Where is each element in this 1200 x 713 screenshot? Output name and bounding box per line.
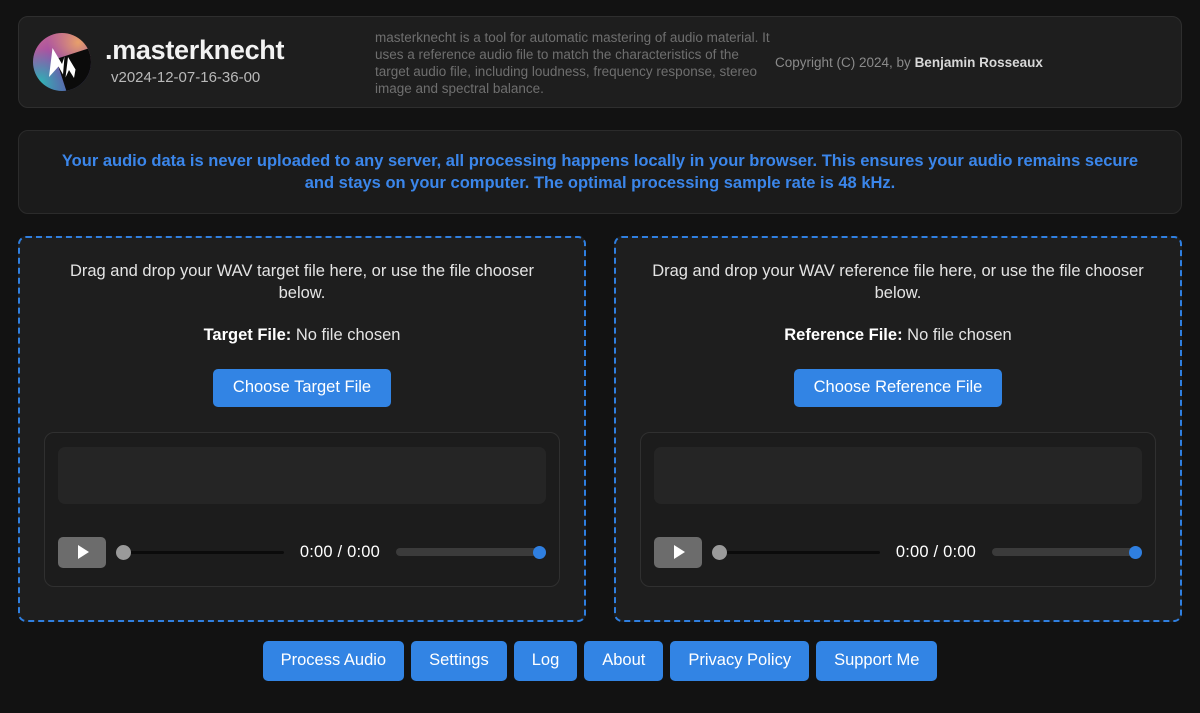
copyright: Copyright (C) 2024, by Benjamin Rosseaux (775, 55, 1045, 70)
reference-file-value: No file chosen (907, 326, 1012, 344)
log-button[interactable]: Log (513, 641, 578, 681)
target-audio-player[interactable]: 0:00 / 0:00 (44, 431, 560, 587)
volume-track (992, 548, 1142, 557)
target-dropzone[interactable]: Drag and drop your WAV target file here,… (18, 236, 586, 622)
seek-track (712, 550, 880, 554)
reference-player-controls: 0:00 / 0:00 (654, 536, 1142, 572)
reference-drop-hint: Drag and drop your WAV reference file he… (652, 262, 1144, 302)
reference-time-display: 0:00 / 0:00 (895, 542, 976, 561)
target-player-controls: 0:00 / 0:00 (58, 536, 546, 572)
volume-thumb[interactable] (533, 545, 546, 559)
choose-target-file-button[interactable]: Choose Target File (212, 369, 392, 407)
seek-thumb[interactable] (116, 544, 131, 560)
footer-actions: Process Audio Settings Log About Privacy… (18, 641, 1182, 681)
app-description: masterknecht is a tool for automatic mas… (375, 29, 770, 96)
app-root: .masterknecht v2024-12-07-16-36-00 maste… (0, 0, 1200, 713)
target-file-label: Target File: (203, 326, 292, 344)
header-panel: .masterknecht v2024-12-07-16-36-00 maste… (18, 16, 1182, 108)
choose-reference-file-button[interactable]: Choose Reference File (793, 369, 1003, 407)
reference-volume-slider[interactable] (992, 544, 1142, 560)
play-icon[interactable] (654, 536, 702, 568)
copyright-prefix: Copyright (C) 2024, by (775, 54, 915, 70)
seek-track (116, 550, 284, 554)
reference-seek-slider[interactable] (712, 544, 880, 560)
target-file-status: Target File: No file chosen (204, 326, 401, 345)
app-title: .masterknecht (105, 35, 285, 66)
app-version: v2024-12-07-16-36-00 (111, 69, 261, 87)
volume-track (396, 548, 546, 557)
brand: .masterknecht v2024-12-07-16-36-00 (33, 33, 375, 91)
target-seek-slider[interactable] (116, 544, 284, 560)
process-audio-button[interactable]: Process Audio (262, 641, 405, 681)
seek-thumb[interactable] (712, 544, 727, 560)
target-drop-hint: Drag and drop your WAV target file here,… (69, 262, 535, 302)
reference-waveform-display (654, 446, 1142, 504)
privacy-policy-button[interactable]: Privacy Policy (670, 641, 810, 681)
play-icon[interactable] (58, 536, 106, 568)
volume-thumb[interactable] (1129, 545, 1142, 559)
privacy-notice-text: Your audio data is never uploaded to any… (61, 152, 1139, 192)
target-file-value: No file chosen (295, 326, 401, 344)
dropzones: Drag and drop your WAV target file here,… (18, 236, 1182, 622)
privacy-notice-panel: Your audio data is never uploaded to any… (18, 130, 1182, 214)
reference-file-label: Reference File: (784, 326, 903, 344)
reference-dropzone[interactable]: Drag and drop your WAV reference file he… (614, 236, 1182, 622)
masterknecht-logo-icon (33, 33, 91, 91)
settings-button[interactable]: Settings (411, 641, 507, 681)
target-time-display: 0:00 / 0:00 (299, 542, 380, 561)
reference-file-status: Reference File: No file chosen (784, 326, 1011, 345)
target-volume-slider[interactable] (396, 544, 546, 560)
support-me-button[interactable]: Support Me (816, 641, 938, 681)
copyright-author: Benjamin Rosseaux (914, 54, 1043, 70)
reference-audio-player[interactable]: 0:00 / 0:00 (640, 431, 1156, 587)
brand-text: .masterknecht v2024-12-07-16-36-00 (105, 36, 284, 87)
about-button[interactable]: About (584, 641, 664, 681)
target-waveform-display (58, 446, 546, 504)
